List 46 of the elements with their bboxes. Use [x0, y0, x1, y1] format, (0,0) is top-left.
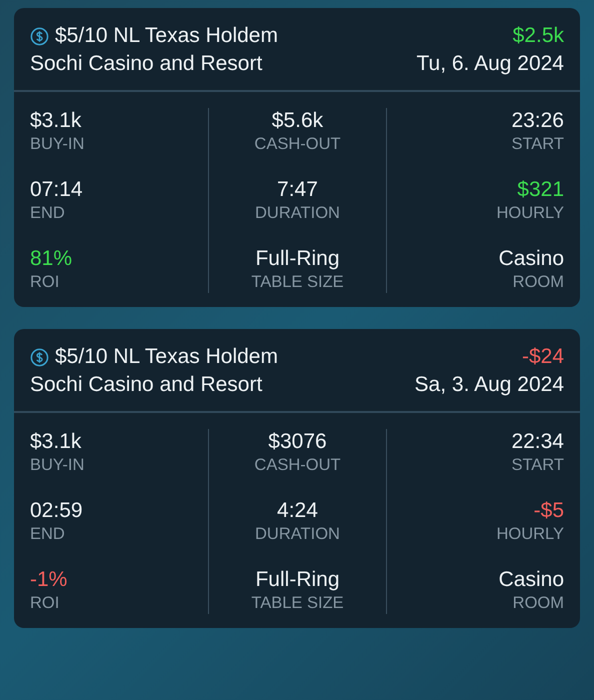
stat-value: $321: [517, 177, 564, 202]
stat-label: DURATION: [255, 524, 340, 545]
stat-label: DURATION: [255, 203, 340, 224]
stat-value: 7:47: [277, 177, 318, 202]
stat-label: CASH-OUT: [254, 134, 341, 155]
venue-name: Sochi Casino and Resort: [30, 372, 264, 398]
stat-label: START: [511, 455, 564, 476]
stat-label: BUY-IN: [30, 134, 84, 155]
game-title: $5/10 NL Texas Holdem: [55, 23, 278, 49]
game-title: $5/10 NL Texas Holdem: [55, 344, 278, 370]
stat-value: $5.6k: [272, 108, 324, 133]
stat-label: CASH-OUT: [254, 455, 341, 476]
session-date: Sa, 3. Aug 2024: [414, 372, 564, 398]
session-date: Tu, 6. Aug 2024: [416, 51, 564, 77]
stat-value: 22:34: [511, 429, 564, 454]
stat-label: HOURLY: [496, 524, 564, 545]
stat-label: ROI: [30, 272, 60, 293]
stat-label: BUY-IN: [30, 455, 84, 476]
stat-label: ROOM: [512, 593, 564, 614]
stat-value: Casino: [498, 246, 564, 271]
dollar-coin-icon: [30, 348, 49, 366]
stat-label: HOURLY: [496, 203, 564, 224]
stat-value: 23:26: [511, 108, 564, 133]
stat-value: 02:59: [30, 498, 83, 523]
session-result: $2.5k: [512, 23, 564, 49]
stat-value: -1%: [30, 567, 68, 592]
stat-value: -$5: [534, 498, 564, 523]
stat-label: TABLE SIZE: [251, 272, 344, 293]
stat-value: Full-Ring: [255, 567, 340, 592]
stat-label: ROOM: [512, 272, 564, 293]
dollar-coin-icon: [30, 26, 49, 46]
stat-label: TABLE SIZE: [251, 593, 344, 614]
stat-value: $3076: [268, 429, 327, 454]
stat-label: START: [511, 134, 564, 155]
stat-value: $3.1k: [30, 108, 82, 133]
stat-label: ROI: [30, 593, 60, 614]
stat-label: END: [30, 203, 66, 224]
stat-value: Casino: [498, 567, 564, 592]
stat-label: END: [30, 524, 66, 545]
stat-value: 81%: [30, 246, 72, 271]
stat-value: $3.1k: [30, 429, 82, 454]
session-result: -$24: [522, 344, 564, 370]
stat-value: 4:24: [277, 498, 318, 523]
venue-name: Sochi Casino and Resort: [30, 51, 264, 77]
stat-value: 07:14: [30, 177, 83, 202]
stat-value: Full-Ring: [255, 246, 340, 271]
